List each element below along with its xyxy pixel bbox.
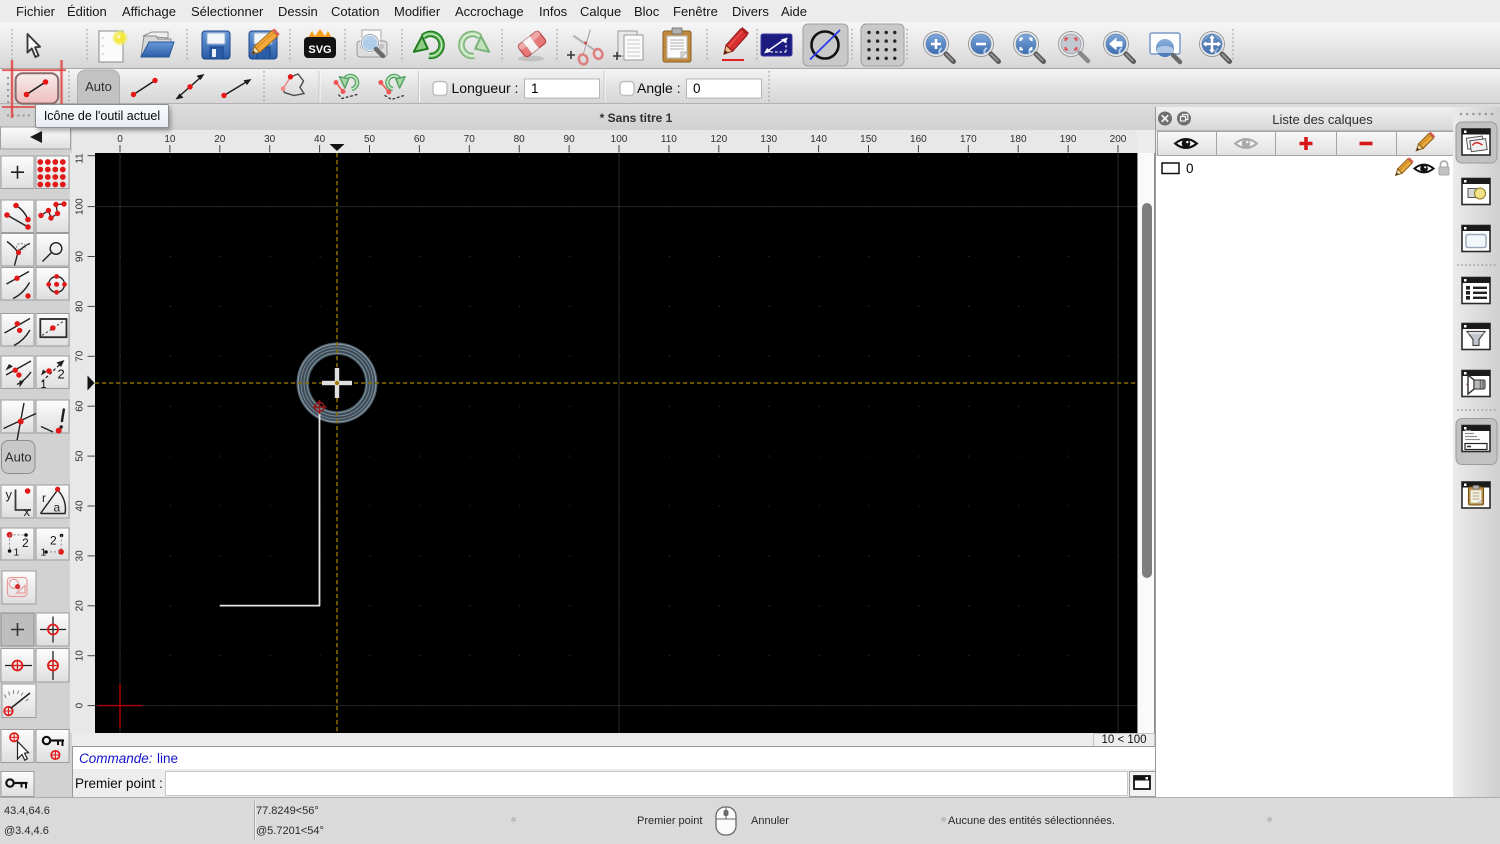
svg-text:80: 80: [75, 300, 86, 312]
svg-text:2: 2: [22, 536, 29, 550]
svg-text:70: 70: [75, 350, 86, 362]
svg-text:200: 200: [1110, 134, 1127, 145]
svg-text:0: 0: [75, 702, 86, 708]
svg-text:120: 120: [710, 134, 727, 145]
svg-text:a: a: [54, 501, 61, 515]
svg-text:90: 90: [75, 251, 86, 263]
svg-text:Auto: Auto: [5, 450, 32, 465]
svg-text:SVG: SVG: [308, 44, 331, 56]
svg-text:Auto: Auto: [85, 79, 112, 94]
svg-text:1: 1: [41, 547, 47, 559]
svg-text:2: 2: [50, 534, 57, 548]
svg-text:10: 10: [164, 134, 176, 145]
svg-text:70: 70: [464, 134, 476, 145]
svg-text:2: 2: [58, 367, 65, 382]
svg-text:10: 10: [75, 650, 86, 662]
svg-text:1: 1: [531, 81, 539, 96]
svg-text:190: 190: [1060, 134, 1077, 145]
svg-text:1: 1: [14, 547, 20, 559]
svg-text:40: 40: [75, 500, 86, 512]
svg-text:60: 60: [414, 134, 426, 145]
svg-text:80: 80: [514, 134, 526, 145]
svg-text:180: 180: [1010, 134, 1027, 145]
svg-text:50: 50: [75, 450, 86, 462]
svg-text:100: 100: [611, 134, 628, 145]
svg-text:30: 30: [264, 134, 276, 145]
svg-text:40: 40: [314, 134, 326, 145]
svg-text:0: 0: [117, 134, 123, 145]
svg-text:0: 0: [693, 81, 701, 96]
svg-text:20: 20: [214, 134, 226, 145]
svg-text:Angle :: Angle :: [637, 80, 681, 96]
svg-text:y: y: [6, 487, 13, 502]
svg-text:150: 150: [860, 134, 877, 145]
svg-text:110: 110: [661, 134, 677, 145]
svg-text:170: 170: [960, 134, 977, 145]
svg-text:r: r: [42, 491, 46, 505]
svg-text:140: 140: [810, 134, 827, 145]
svg-text:110: 110: [75, 153, 86, 164]
svg-text:0: 0: [1186, 161, 1194, 176]
svg-text:160: 160: [910, 134, 927, 145]
svg-text:100: 100: [75, 198, 86, 215]
svg-text:60: 60: [75, 400, 86, 412]
svg-text:50: 50: [364, 134, 376, 145]
svg-text:30: 30: [75, 550, 86, 562]
svg-text:20: 20: [75, 600, 86, 612]
svg-text:x: x: [24, 504, 31, 519]
svg-text:Longueur :: Longueur :: [452, 80, 519, 96]
svg-text:1: 1: [41, 379, 47, 391]
svg-text:130: 130: [760, 134, 777, 145]
svg-text:90: 90: [564, 134, 576, 145]
